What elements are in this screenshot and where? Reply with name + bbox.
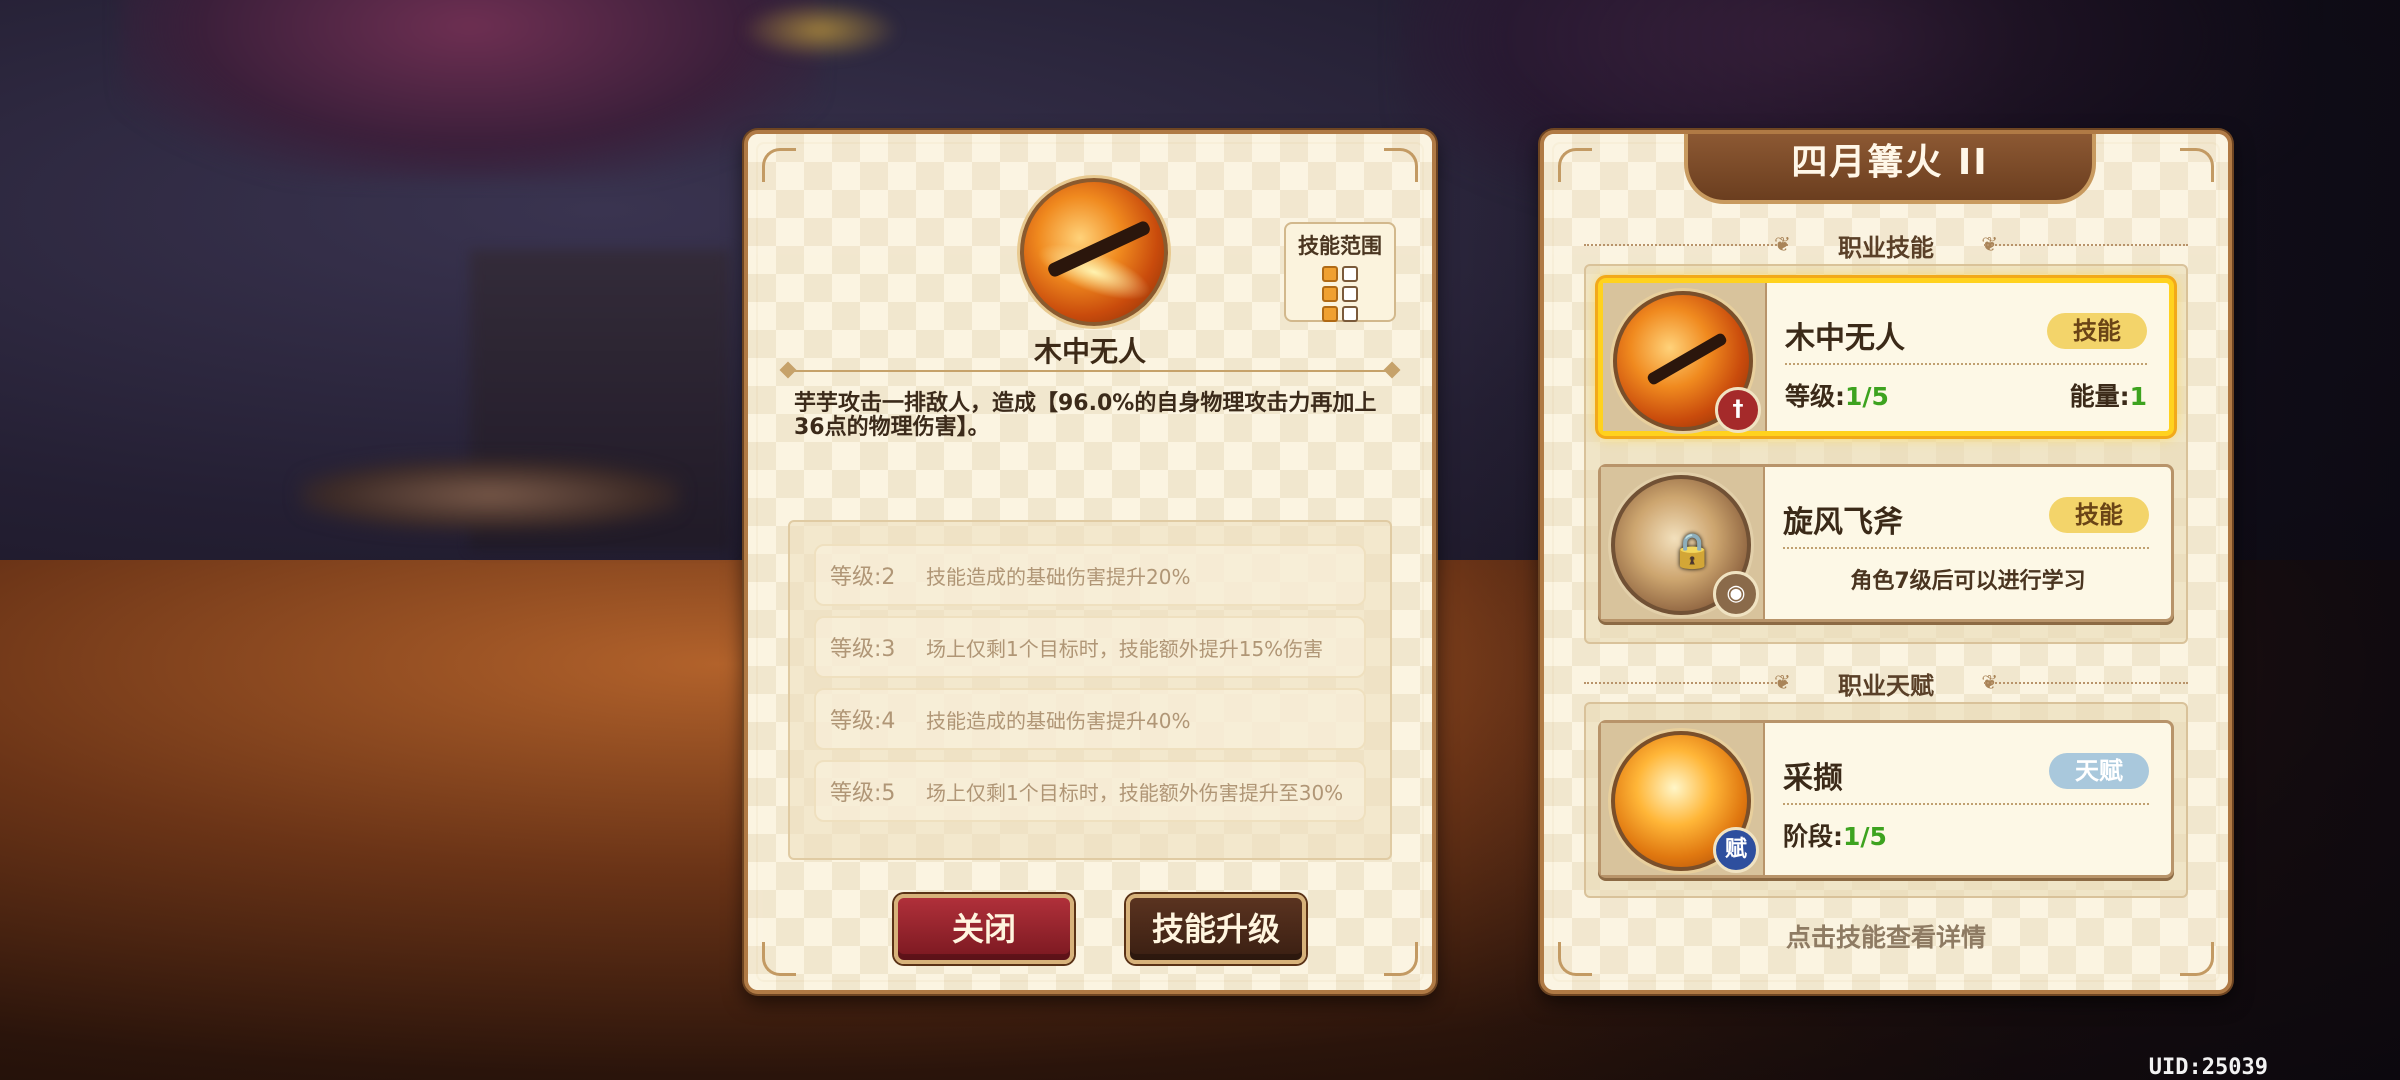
sword-badge-icon: †	[1715, 387, 1761, 433]
close-button[interactable]: 关闭	[894, 894, 1074, 964]
skill-level: 等级:1/5	[1785, 382, 1889, 411]
level-effect: 技能造成的基础伤害提升20%	[926, 564, 1191, 589]
ornament-icon: ❦	[1774, 232, 1791, 256]
level-label: 等级:3	[830, 637, 896, 662]
skill-name: 旋风飞斧	[1783, 505, 1903, 540]
class-skills-heading: ❦ 职业技能 ❦	[1584, 224, 2188, 264]
skill-name: 木中无人	[1785, 321, 1905, 356]
level-label: 等级:4	[830, 709, 896, 734]
skill-energy: 能量:1	[2069, 382, 2147, 411]
skill-card-selected[interactable]: † 木中无人 技能 等级:1/5 能量:1	[1598, 278, 2174, 436]
talent-badge: 赋	[1713, 827, 1759, 873]
axe-strike-icon	[1020, 178, 1168, 326]
level-label: 等级:5	[830, 781, 896, 806]
ornament-icon: ❦	[1774, 670, 1791, 694]
skill-range-box: 技能范围	[1284, 222, 1396, 322]
tap-skill-hint: 点击技能查看详情	[1785, 923, 1986, 952]
unlock-requirement: 角色7级后可以进行学习	[1850, 569, 2086, 594]
panel-title: 四月篝火 II	[1684, 134, 2096, 204]
ornament-divider	[788, 370, 1392, 372]
monkey-badge-icon: ◉	[1713, 571, 1759, 617]
skill-tag: 技能	[2047, 313, 2147, 349]
skill-range-label: 技能范围	[1298, 234, 1382, 258]
level-upgrades-list: 等级:2 技能造成的基础伤害提升20% 等级:3 场上仅剩1个目标时，技能额外提…	[788, 520, 1392, 860]
class-skills-group: † 木中无人 技能 等级:1/5 能量:1 🔒 ◉ 旋风飞斧 技能 角色7级后可…	[1584, 264, 2188, 644]
level-row: 等级:5 场上仅剩1个目标时，技能额外伤害提升至30%	[814, 760, 1366, 822]
skill-description: 芋芋攻击一排敌人，造成【96.0%的自身物理攻击力再加上36点的物理伤害】。	[794, 391, 1377, 440]
skill-title: 木中无人	[1033, 335, 1146, 368]
level-row: 等级:3 场上仅剩1个目标时，技能额外提升15%伤害	[814, 616, 1366, 678]
talent-stage: 阶段:1/5	[1783, 822, 1887, 851]
level-label: 等级:2	[830, 565, 896, 590]
level-effect: 场上仅剩1个目标时，技能额外伤害提升至30%	[926, 780, 1344, 805]
skill-tag: 技能	[2049, 497, 2149, 533]
lock-icon: 🔒	[1671, 531, 1714, 571]
level-effect: 技能造成的基础伤害提升40%	[926, 708, 1191, 733]
level-row: 等级:4 技能造成的基础伤害提升40%	[814, 688, 1366, 750]
skill-detail-panel: 木中无人 技能范围 芋芋攻击一排敌人，造成【96.0%的自身物理攻击力再加上36…	[744, 130, 1436, 994]
level-row: 等级:2 技能造成的基础伤害提升20%	[814, 544, 1366, 606]
user-id: UID:25039	[2148, 1055, 2268, 1080]
skill-range-grid	[1322, 266, 1358, 322]
talent-card[interactable]: 赋 采撷 天赋 阶段:1/5	[1598, 720, 2174, 878]
class-skills-panel: 四月篝火 II ❦ 职业技能 ❦ † 木中无人 技能 等级:1/5 能量:1 🔒	[1540, 130, 2232, 994]
class-talent-group: 赋 采撷 天赋 阶段:1/5	[1584, 702, 2188, 898]
talent-name: 采撷	[1783, 761, 1843, 796]
talent-tag: 天赋	[2049, 753, 2149, 789]
skill-upgrade-button[interactable]: 技能升级	[1126, 894, 1306, 964]
level-effect: 场上仅剩1个目标时，技能额外提升15%伤害	[926, 636, 1324, 661]
class-talent-heading: ❦ 职业天赋 ❦	[1584, 662, 2188, 702]
skill-card-locked[interactable]: 🔒 ◉ 旋风飞斧 技能 角色7级后可以进行学习	[1598, 464, 2174, 622]
